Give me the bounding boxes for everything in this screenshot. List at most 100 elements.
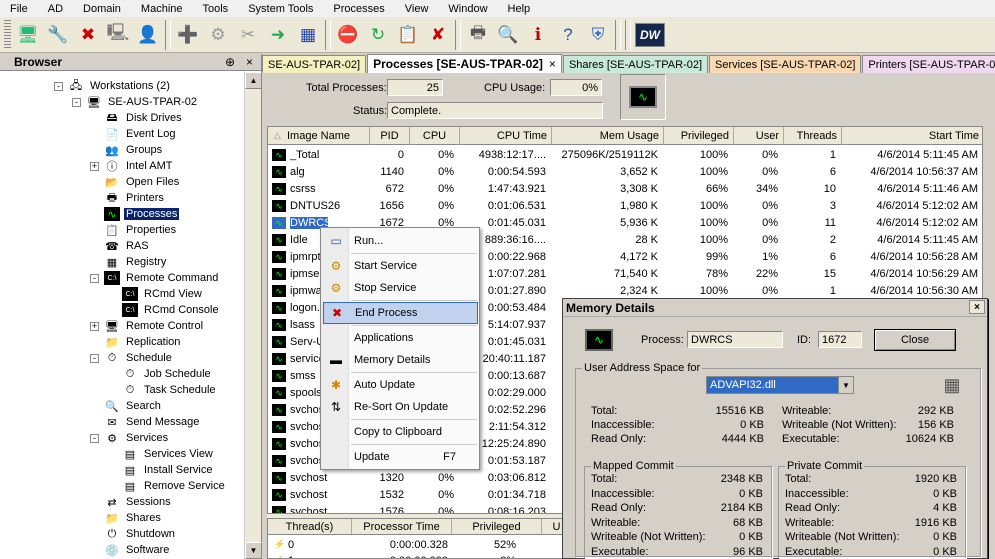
add-computer-icon[interactable]: 🖥 xyxy=(15,21,41,49)
thread-column-1[interactable]: Processor Time xyxy=(352,519,452,535)
tree-item-intel-amt[interactable]: ⓘ Intel AMT xyxy=(104,158,174,174)
tree-item-rcmd-console[interactable]: C:\ RCmd Console xyxy=(122,302,221,318)
search-icon[interactable]: 🔍 xyxy=(495,21,521,49)
delete-doc-icon[interactable]: ✘ xyxy=(425,21,451,49)
info-icon[interactable]: ℹ xyxy=(525,21,551,49)
thread-row[interactable]: ⚡1 0:00:00.000 0% xyxy=(268,553,566,558)
column-header-user[interactable]: User xyxy=(734,127,784,145)
close-button[interactable]: Close xyxy=(874,329,956,351)
tree-item-remove-service[interactable]: ▤ Remove Service xyxy=(122,478,227,494)
tree-item-search[interactable]: 🔍 Search xyxy=(104,398,163,414)
tools-icon[interactable]: ⚙ xyxy=(205,21,231,49)
tree-item-groups[interactable]: 👥 Groups xyxy=(104,142,164,158)
context-item-copy-to-clipboard[interactable]: Copy to Clipboard xyxy=(323,421,478,443)
menu-view[interactable]: View xyxy=(395,3,439,15)
tree-item-job-schedule[interactable]: ⏱ Job Schedule xyxy=(122,366,213,382)
tree-item-processes[interactable]: ∿ Processes xyxy=(104,206,180,222)
thread-column-0[interactable]: Thread(s) xyxy=(268,519,352,535)
menu-machine[interactable]: Machine xyxy=(131,3,193,15)
tree-item-remote-command[interactable]: C:\ Remote Command xyxy=(104,270,220,286)
dw-logo-icon[interactable]: DW xyxy=(635,22,665,47)
column-header-cpu-time[interactable]: CPU Time xyxy=(460,127,552,145)
tree-item-se-aus-tpar-02[interactable]: 🖥 SE-AUS-TPAR-02 xyxy=(86,94,199,110)
dialog-close-icon[interactable]: × xyxy=(969,300,985,314)
close-icon[interactable]: × xyxy=(246,55,253,69)
help-icon[interactable]: ? xyxy=(555,21,581,49)
tree-item-schedule[interactable]: ⏱ Schedule xyxy=(104,350,174,366)
tab-close-icon[interactable]: × xyxy=(549,57,556,71)
dll-select[interactable]: ADVAPI32.dll ▼ xyxy=(706,376,854,394)
menu-help[interactable]: Help xyxy=(498,3,541,15)
menu-system-tools[interactable]: System Tools xyxy=(238,3,323,15)
tree-item-rcmd-view[interactable]: C:\ RCmd View xyxy=(122,286,204,302)
user-icon[interactable]: 👤 xyxy=(135,21,161,49)
context-item-update[interactable]: Update F7 xyxy=(323,446,478,468)
shield-icon[interactable]: ⛨ xyxy=(585,21,611,49)
collapse-icon[interactable]: - xyxy=(54,82,63,91)
tree-item-shares[interactable]: 📁 Shares xyxy=(104,510,163,526)
tree-item-properties[interactable]: 📋 Properties xyxy=(104,222,178,238)
tree-item-replication[interactable]: 📁 Replication xyxy=(104,334,182,350)
tab-2[interactable]: Shares [SE-AUS-TPAR-02] xyxy=(562,55,708,73)
scroll-up-icon[interactable]: ▲ xyxy=(245,72,262,89)
table-row[interactable]: ∿ DNTUS26 1656 0% 0:01:06.531 1,980 K 100% 0% 3 4… xyxy=(268,198,982,215)
context-item-applications[interactable]: Applications xyxy=(323,327,478,349)
tab-1[interactable]: Processes [SE-AUS-TPAR-02] × xyxy=(367,54,562,73)
table-row[interactable]: ∿ _Total 0 0% 4938:12:17.... 275096K/2519112K… xyxy=(268,147,982,164)
collapse-icon[interactable]: - xyxy=(90,354,99,363)
disconnect-icon[interactable]: ✂ xyxy=(235,21,261,49)
collapse-icon[interactable]: - xyxy=(90,274,99,283)
tab-0[interactable]: SE-AUS-TPAR-02] xyxy=(262,55,367,73)
stop-icon[interactable]: ⛔ xyxy=(335,21,361,49)
tree-item-software[interactable]: 💿 Software xyxy=(104,542,171,558)
menu-ad[interactable]: AD xyxy=(38,3,73,15)
menu-processes[interactable]: Processes xyxy=(323,3,394,15)
context-item-run[interactable]: ▭ Run... xyxy=(323,230,478,252)
context-item-auto-update[interactable]: ✱ Auto Update xyxy=(323,374,478,396)
column-header-privileged[interactable]: Privileged xyxy=(664,127,734,145)
tree-item-event-log[interactable]: 📄 Event Log xyxy=(104,126,178,142)
delete-computer-icon[interactable]: ✖ xyxy=(75,21,101,49)
tab-3[interactable]: Services [SE-AUS-TPAR-02] xyxy=(709,55,862,73)
menu-file[interactable]: File xyxy=(0,3,38,15)
tree-item-workstations-2[interactable]: 🖧 Workstations (2) xyxy=(68,78,172,94)
wrench-icon[interactable]: 🔧 xyxy=(45,21,71,49)
collapse-icon[interactable]: - xyxy=(72,98,81,107)
refresh-icon[interactable]: ↻ xyxy=(365,21,391,49)
printer-icon[interactable]: 🖶 xyxy=(465,21,491,49)
context-item-re-sort-on-update[interactable]: ⇅ Re-Sort On Update xyxy=(323,396,478,418)
table-row[interactable]: ∿ csrss 672 0% 1:47:43.921 3,308 K 66% 34% 10 4/6… xyxy=(268,181,982,198)
column-header-threads[interactable]: Threads xyxy=(784,127,842,145)
menu-window[interactable]: Window xyxy=(438,3,497,15)
tab-4[interactable]: Printers [SE-AUS-TPAR-02] xyxy=(862,55,995,73)
column-header-pid[interactable]: PID xyxy=(370,127,410,145)
tree-item-remote-control[interactable]: 🖥 Remote Control xyxy=(104,318,205,334)
table-row[interactable]: ∿ alg 1140 0% 0:00:54.593 3,652 K 100% 0% 6 4/6/2… xyxy=(268,164,982,181)
tree-item-printers[interactable]: 🖶 Printers xyxy=(104,190,166,206)
grid-icon[interactable]: ▦ xyxy=(295,21,321,49)
tree-item-task-schedule[interactable]: ⏱ Task Schedule xyxy=(122,382,218,398)
properties-icon[interactable]: 📋 xyxy=(395,21,421,49)
expand-icon[interactable]: + xyxy=(90,162,99,171)
tree-item-ras[interactable]: ☎ RAS xyxy=(104,238,151,254)
context-item-memory-details[interactable]: ▬ Memory Details xyxy=(323,349,478,371)
chevron-down-icon[interactable]: ▼ xyxy=(838,377,853,393)
tree-item-services[interactable]: ⚙ Services xyxy=(104,430,170,446)
context-item-end-process[interactable]: ✖ End Process xyxy=(323,302,478,324)
computer-icon[interactable]: 🖳 xyxy=(105,21,131,49)
tree-item-shutdown[interactable]: ⏻ Shutdown xyxy=(104,526,177,542)
expand-icon[interactable]: + xyxy=(90,322,99,331)
tree-item-install-service[interactable]: ▤ Install Service xyxy=(122,462,214,478)
column-header-mem-usage[interactable]: Mem Usage xyxy=(552,127,664,145)
add-monitor-icon[interactable]: ➕ xyxy=(175,21,201,49)
tree-item-send-message[interactable]: ✉ Send Message xyxy=(104,414,201,430)
column-header-start-time[interactable]: Start Time xyxy=(842,127,982,145)
column-header-image-name[interactable]: △ Image Name xyxy=(268,127,370,145)
tree-item-registry[interactable]: ▦ Registry xyxy=(104,254,168,270)
tree-item-services-view[interactable]: ▤ Services View xyxy=(122,446,215,462)
menu-tools[interactable]: Tools xyxy=(193,3,239,15)
context-item-stop-service[interactable]: ⚙ Stop Service xyxy=(323,277,478,299)
thread-column-2[interactable]: Privileged xyxy=(452,519,542,535)
thread-row[interactable]: ⚡00:00:00.32852%4 xyxy=(268,537,566,554)
menu-domain[interactable]: Domain xyxy=(73,3,131,15)
